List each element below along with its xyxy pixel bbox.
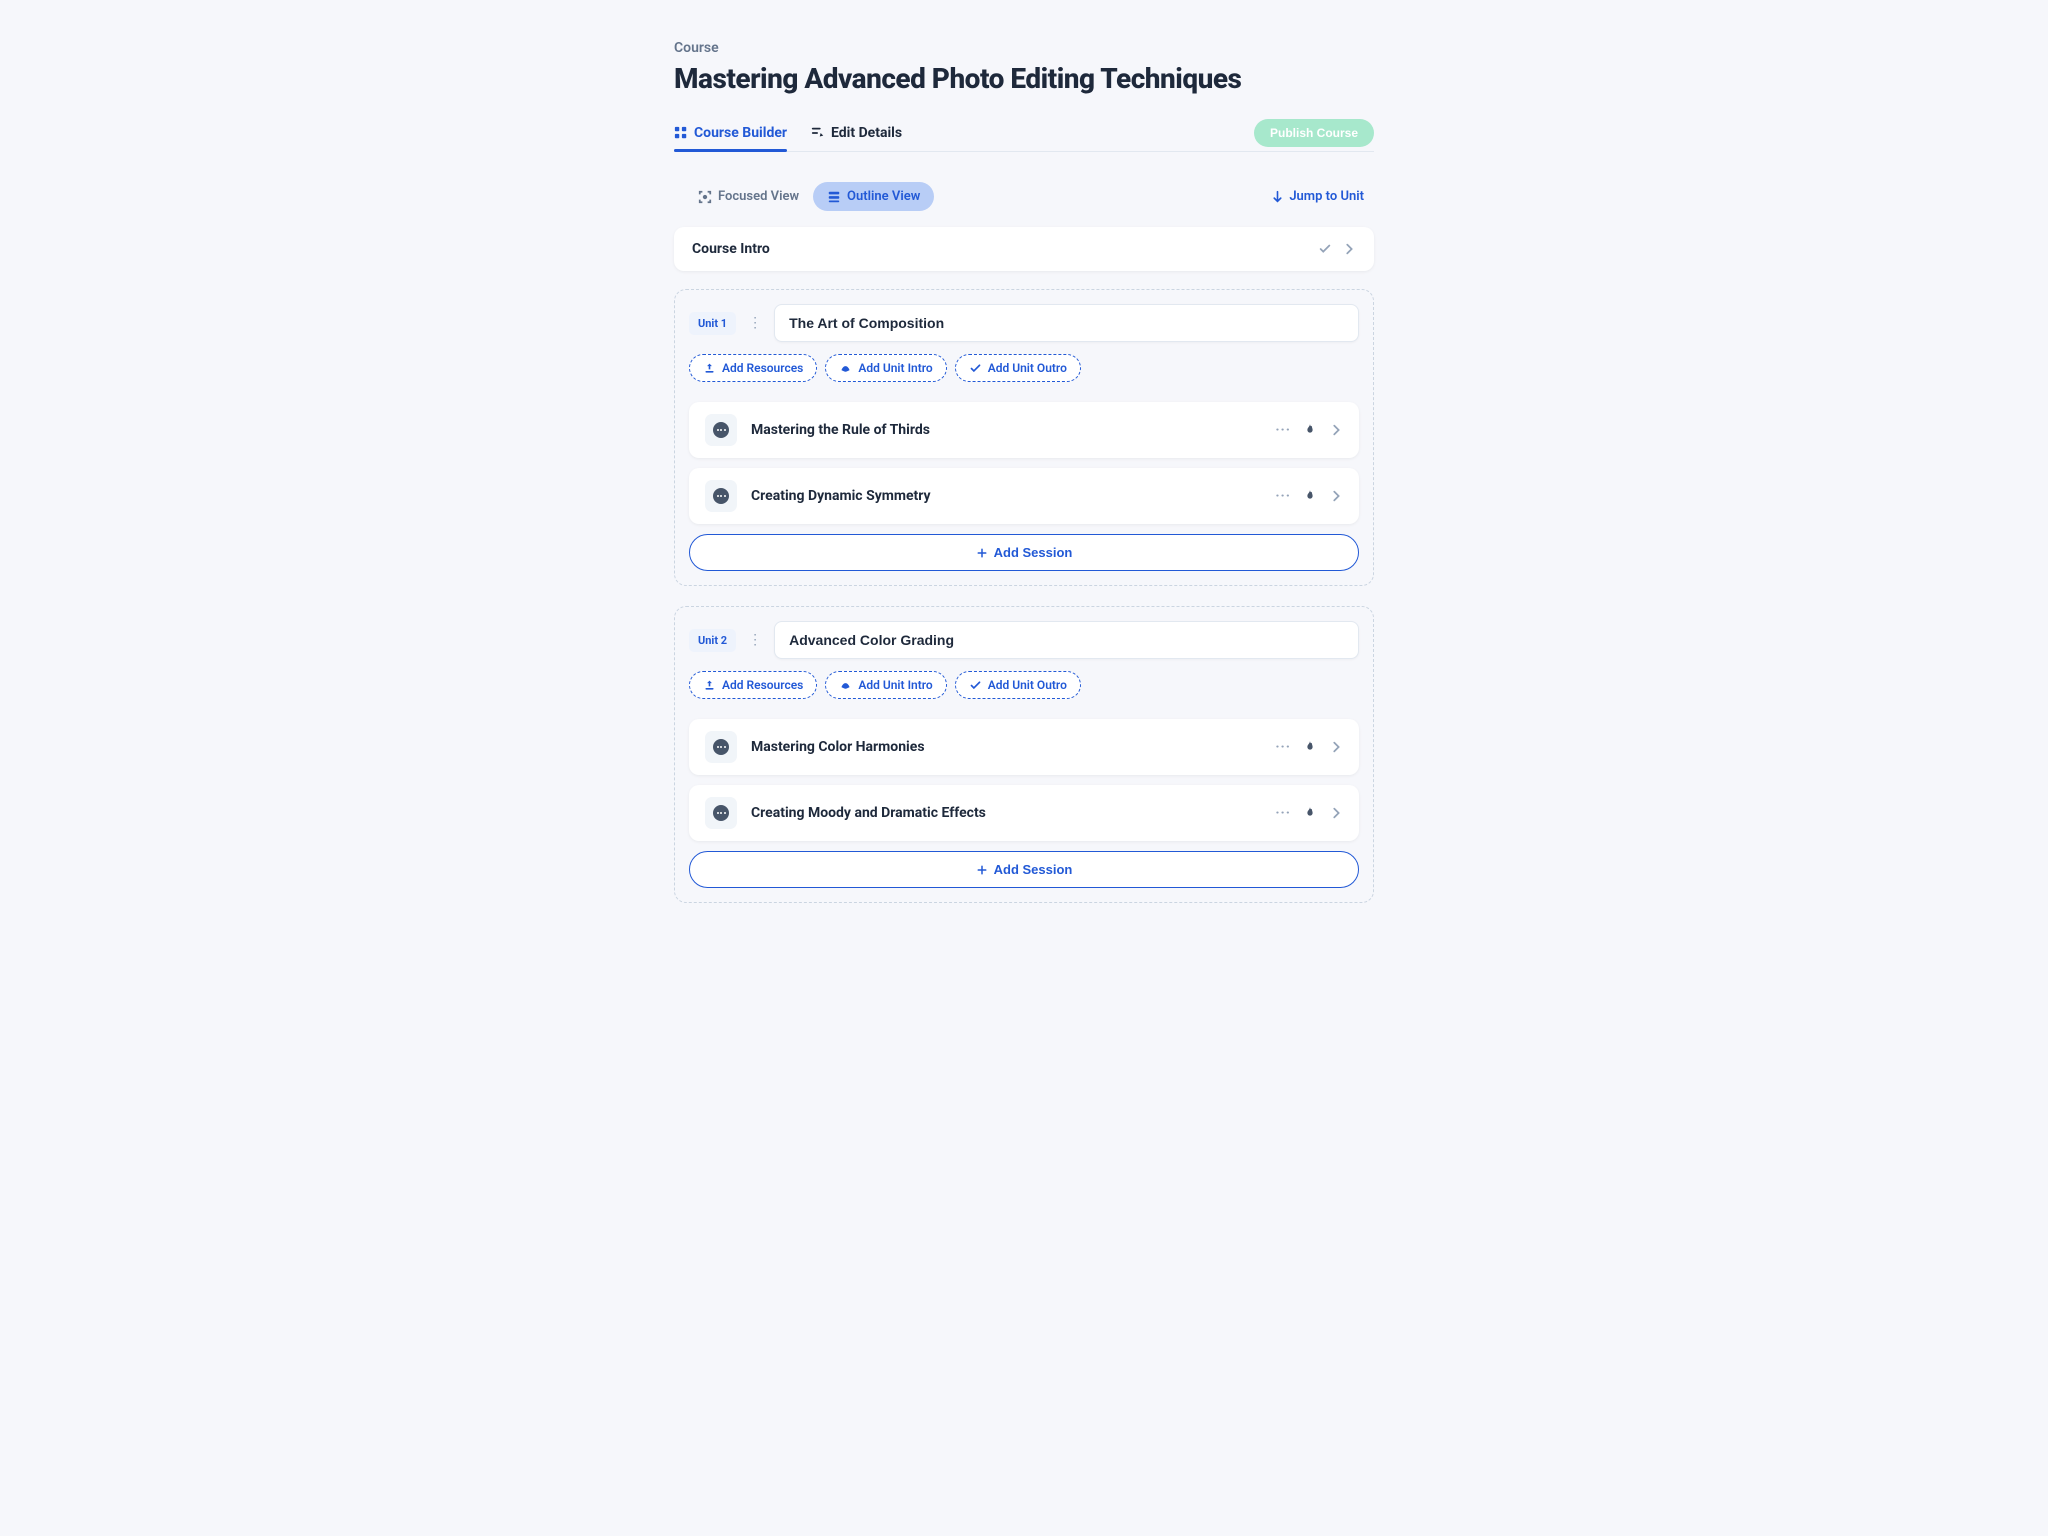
chevron-right-icon[interactable] [1329, 740, 1343, 754]
fire-icon[interactable] [1303, 806, 1317, 820]
edit-list-icon [811, 126, 825, 140]
course-intro-title: Course Intro [692, 241, 770, 257]
breadcrumb: Course [674, 40, 1374, 56]
session-card[interactable]: Mastering the Rule of Thirds ··· [689, 402, 1359, 458]
check-icon [1318, 242, 1332, 256]
chip-label: Add Unit Outro [988, 678, 1067, 692]
upload-icon [703, 679, 716, 692]
add-session-label: Add Session [994, 545, 1073, 560]
unit-badge: Unit 1 [689, 312, 736, 335]
add-unit-intro-chip[interactable]: Add Unit Intro [825, 354, 946, 382]
unit: Unit 1 ⋮ Add Resources Add Unit Intro Ad… [674, 289, 1374, 586]
session-title: Mastering Color Harmonies [751, 739, 925, 755]
chip-label: Add Unit Outro [988, 361, 1067, 375]
view-focused[interactable]: Focused View [684, 182, 813, 211]
chip-label: Add Resources [722, 361, 803, 375]
session-icon [705, 731, 737, 763]
chevron-right-icon[interactable] [1329, 423, 1343, 437]
arrow-down-icon [1271, 190, 1284, 203]
outline-icon [827, 190, 841, 204]
session-title: Mastering the Rule of Thirds [751, 422, 930, 438]
session-icon [705, 797, 737, 829]
jump-label: Jump to Unit [1289, 189, 1364, 204]
chip-label: Add Resources [722, 678, 803, 692]
checklist-icon [969, 362, 982, 375]
fire-icon[interactable] [1303, 423, 1317, 437]
wave-icon [839, 679, 852, 692]
chevron-right-icon[interactable] [1329, 806, 1343, 820]
view-label: Outline View [847, 189, 920, 204]
chip-label: Add Unit Intro [858, 678, 932, 692]
chip-label: Add Unit Intro [858, 361, 932, 375]
add-session-label: Add Session [994, 862, 1073, 877]
plus-icon [976, 864, 988, 876]
session-card[interactable]: Creating Moody and Dramatic Effects ··· [689, 785, 1359, 841]
add-unit-outro-chip[interactable]: Add Unit Outro [955, 354, 1081, 382]
session-more-icon[interactable]: ··· [1275, 422, 1291, 438]
unit-menu-kebab[interactable]: ⋮ [746, 315, 764, 331]
add-unit-outro-chip[interactable]: Add Unit Outro [955, 671, 1081, 699]
unit-title-input[interactable] [774, 304, 1359, 342]
chevron-right-icon[interactable] [1342, 242, 1356, 256]
tab-edit-details[interactable]: Edit Details [811, 115, 902, 151]
session-card[interactable]: Creating Dynamic Symmetry ··· [689, 468, 1359, 524]
add-resources-chip[interactable]: Add Resources [689, 671, 817, 699]
view-row: Focused View Outline View Jump to Unit [674, 182, 1374, 211]
add-session-button[interactable]: Add Session [689, 851, 1359, 888]
tab-label: Edit Details [831, 125, 902, 141]
tab-label: Course Builder [694, 125, 787, 141]
add-resources-chip[interactable]: Add Resources [689, 354, 817, 382]
session-more-icon[interactable]: ··· [1275, 805, 1291, 821]
plus-icon [976, 547, 988, 559]
session-more-icon[interactable]: ··· [1275, 739, 1291, 755]
view-label: Focused View [718, 189, 799, 204]
jump-to-unit[interactable]: Jump to Unit [1271, 189, 1364, 204]
focused-icon [698, 190, 712, 204]
session-more-icon[interactable]: ··· [1275, 488, 1291, 504]
course-intro-card[interactable]: Course Intro [674, 227, 1374, 271]
unit-title-input[interactable] [774, 621, 1359, 659]
session-card[interactable]: Mastering Color Harmonies ··· [689, 719, 1359, 775]
grid-icon [674, 126, 688, 140]
tab-course-builder[interactable]: Course Builder [674, 115, 787, 151]
unit-badge: Unit 2 [689, 629, 736, 652]
page-title: Mastering Advanced Photo Editing Techniq… [674, 62, 1374, 95]
chevron-right-icon[interactable] [1329, 489, 1343, 503]
upload-icon [703, 362, 716, 375]
session-title: Creating Dynamic Symmetry [751, 488, 931, 504]
session-icon [705, 414, 737, 446]
fire-icon[interactable] [1303, 489, 1317, 503]
add-unit-intro-chip[interactable]: Add Unit Intro [825, 671, 946, 699]
view-outline[interactable]: Outline View [813, 182, 934, 211]
unit-menu-kebab[interactable]: ⋮ [746, 632, 764, 648]
publish-button[interactable]: Publish Course [1254, 119, 1374, 147]
session-title: Creating Moody and Dramatic Effects [751, 805, 986, 821]
fire-icon[interactable] [1303, 740, 1317, 754]
tabs: Course Builder Edit Details Publish Cour… [674, 115, 1374, 152]
checklist-icon [969, 679, 982, 692]
wave-icon [839, 362, 852, 375]
add-session-button[interactable]: Add Session [689, 534, 1359, 571]
session-icon [705, 480, 737, 512]
unit: Unit 2 ⋮ Add Resources Add Unit Intro Ad… [674, 606, 1374, 903]
